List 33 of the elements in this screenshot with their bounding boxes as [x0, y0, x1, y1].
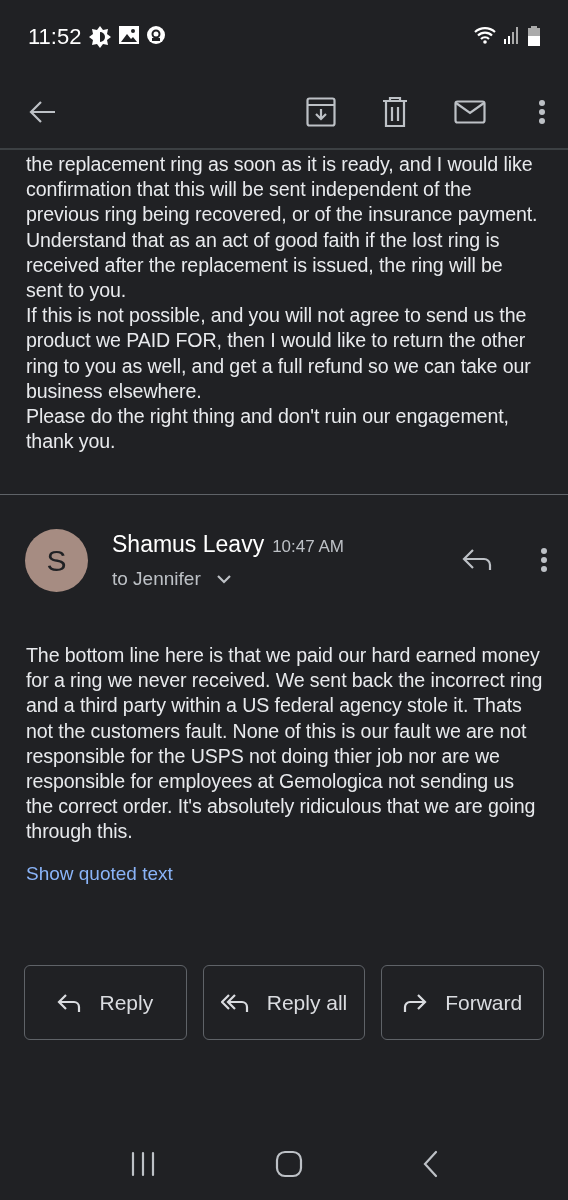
reply-icon[interactable] — [462, 548, 492, 572]
avatar: S — [25, 528, 88, 592]
message-paragraph: If this is not possible, and you will not agree to send us the product we PAID FOR, then I would like to return the other ring to you as well, and get a full refund so we can take our business elsewhere. — [26, 303, 532, 404]
app-notification-icon — [147, 26, 166, 44]
recipients: to Jennifer — [112, 567, 201, 591]
status-time: 11:52 — [28, 23, 82, 51]
more-icon[interactable] — [540, 547, 548, 573]
trash-icon[interactable] — [382, 97, 408, 127]
wifi-icon — [474, 26, 496, 44]
battery-icon — [528, 26, 540, 46]
home-icon[interactable] — [275, 1150, 303, 1178]
recent-apps-icon[interactable] — [129, 1151, 156, 1177]
back-arrow-icon[interactable] — [28, 100, 56, 124]
reply-all-icon — [220, 992, 249, 1013]
brightness-icon — [89, 26, 112, 48]
message-body: The bottom line here is that we paid our hard earned money for a ring we never received. We sent back the incorrect ring and a third party within a US federal agency stole it. Thats not the customers fault. None of this is our fault we are not responsible for the USPS not doing thier job nor are we responsible for employees at Gemologica not sending us the correct order. It's absolutely ridiculous that we are going through this. — [26, 643, 544, 845]
signal-icon — [504, 26, 520, 44]
sender-name: Shamus Leavy — [112, 529, 265, 559]
chevron-down-icon[interactable] — [216, 574, 231, 584]
back-icon[interactable] — [422, 1150, 439, 1178]
forward-button[interactable]: Forward — [381, 965, 544, 1040]
show-quoted-text-link[interactable]: Show quoted text — [26, 863, 173, 884]
reply-icon — [57, 992, 82, 1013]
reply-all-button[interactable]: Reply all — [202, 965, 366, 1040]
message-time: 10:47 AM — [272, 535, 344, 558]
image-icon — [119, 26, 140, 44]
mail-icon[interactable] — [454, 100, 486, 124]
archive-icon[interactable] — [306, 97, 336, 127]
forward-icon — [403, 992, 428, 1013]
message-paragraph: Please do the right thing and don't ruin our engagement, thank you. — [26, 404, 510, 455]
reply-button[interactable]: Reply — [24, 965, 187, 1040]
message-paragraph: the replacement ring as soon as it is ready, and I would like confirmation that this will be sent independent of the previous ring being recovered, or of the insurance payment. Understand that as an act of good faith if the lost ring is received after the replacement is issued, the ring will be sent to you. — [26, 152, 539, 303]
more-icon[interactable] — [538, 99, 546, 125]
